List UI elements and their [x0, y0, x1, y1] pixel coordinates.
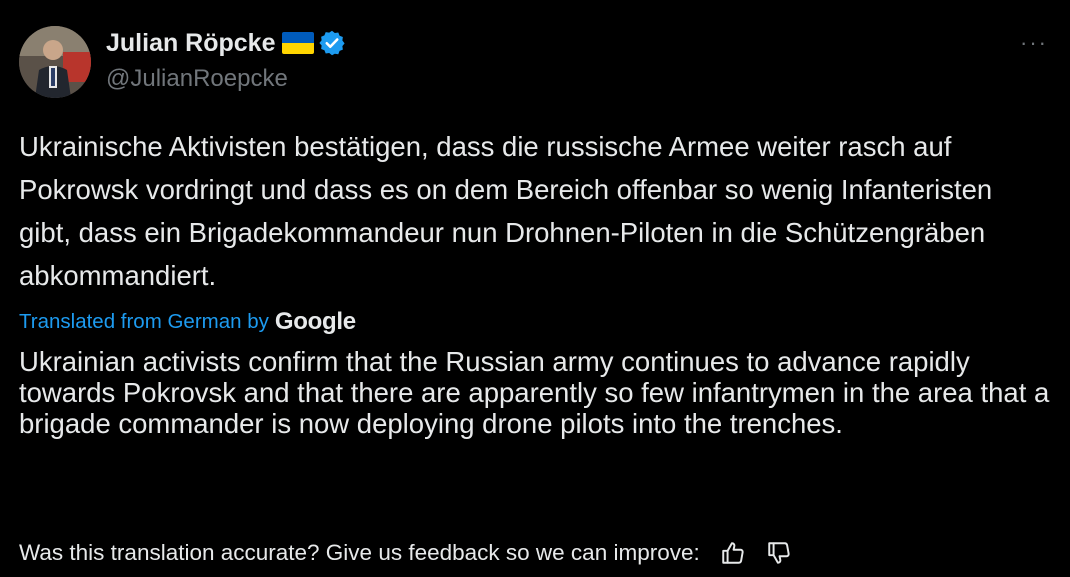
author-name-row: Julian Röpcke: [106, 26, 346, 60]
translation-attribution: Translated from German by Google: [19, 306, 356, 338]
avatar-image: [19, 26, 91, 98]
ukraine-flag-icon: [281, 32, 314, 54]
thumbs-up-icon[interactable]: [718, 538, 748, 568]
author-handle[interactable]: @JulianRoepcke: [106, 65, 288, 93]
author-name[interactable]: Julian Röpcke: [106, 29, 276, 58]
post-translation-text: Ukrainian activists confirm that the Rus…: [19, 346, 1050, 439]
translation-feedback: Was this translation accurate? Give us f…: [19, 535, 794, 571]
avatar[interactable]: [19, 26, 91, 98]
verified-icon: [318, 29, 346, 57]
more-icon[interactable]: ···: [1020, 30, 1048, 56]
translated-from-label[interactable]: Translated from German by: [19, 310, 269, 334]
google-logo: Google: [274, 308, 356, 335]
post-original-text: Ukrainische Aktivisten bestätigen, dass …: [19, 131, 993, 291]
feedback-prompt: Was this translation accurate? Give us f…: [19, 540, 700, 565]
thumbs-down-icon[interactable]: [764, 538, 794, 568]
